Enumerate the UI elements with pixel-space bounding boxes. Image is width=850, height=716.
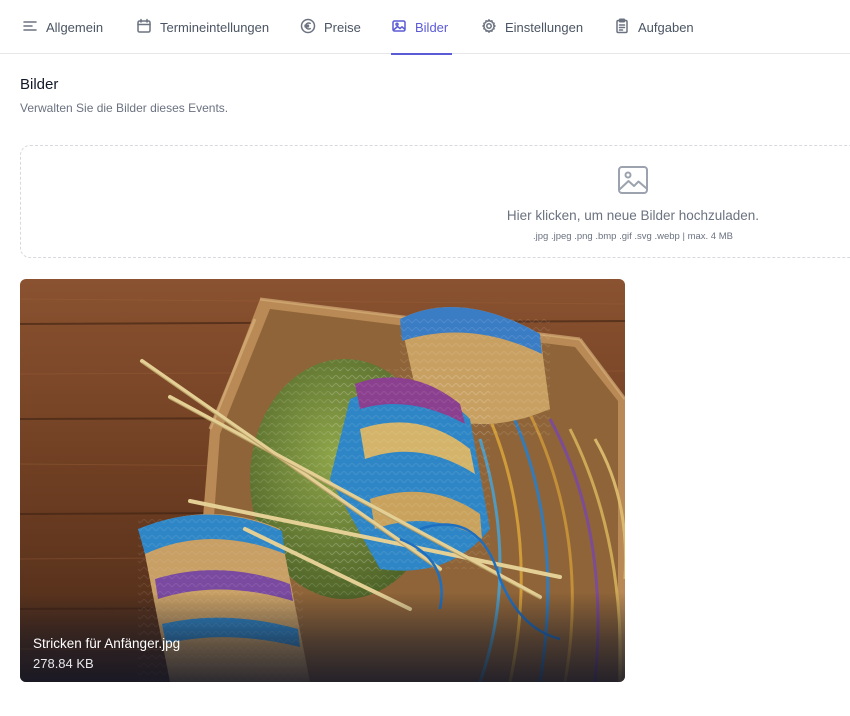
image-icon (391, 18, 407, 37)
tab-preise[interactable]: Preise (300, 0, 361, 54)
tab-aufgaben[interactable]: Aufgaben (614, 0, 694, 54)
section-subtitle: Verwalten Sie die Bilder dieses Events. (20, 101, 229, 115)
tab-label: Preise (324, 19, 361, 35)
section-title: Bilder (20, 76, 59, 93)
dropzone-formats: .jpg .jpeg .png .bmp .gif .svg .webp | m… (533, 231, 733, 242)
dropzone-content: Hier klicken, um neue Bilder hochzuladen… (453, 164, 813, 242)
image-filename: Stricken für Anfänger.jpg (33, 636, 181, 651)
image-upload-icon (617, 164, 649, 196)
tab-einstellungen[interactable]: Einstellungen (481, 0, 583, 54)
image-card[interactable]: Stricken für Anfänger.jpg 278.84 KB (20, 279, 625, 682)
tab-label: Aufgaben (638, 19, 694, 35)
calendar-icon (136, 18, 152, 37)
dropzone-text: Hier klicken, um neue Bilder hochzuladen… (506, 208, 760, 223)
gear-icon (481, 18, 497, 37)
tab-label: Einstellungen (505, 19, 584, 35)
tab-bar: Allgemein Termineintellungen Preise Bild… (0, 0, 850, 55)
tab-label: Termineintellungen (160, 19, 270, 35)
menu-lines-icon (22, 18, 38, 37)
tab-label: Allgemein (46, 19, 104, 35)
clipboard-icon (614, 18, 630, 37)
tab-allgemein[interactable]: Allgemein (22, 0, 103, 54)
image-filesize: 278.84 KB (33, 656, 94, 671)
tab-label: Bilder (415, 19, 449, 35)
euro-circle-icon (300, 18, 316, 37)
image-upload-dropzone[interactable]: Hier klicken, um neue Bilder hochzuladen… (20, 145, 850, 258)
tab-termineintellungen[interactable]: Termineintellungen (136, 0, 269, 54)
tab-bilder[interactable]: Bilder (391, 0, 452, 55)
